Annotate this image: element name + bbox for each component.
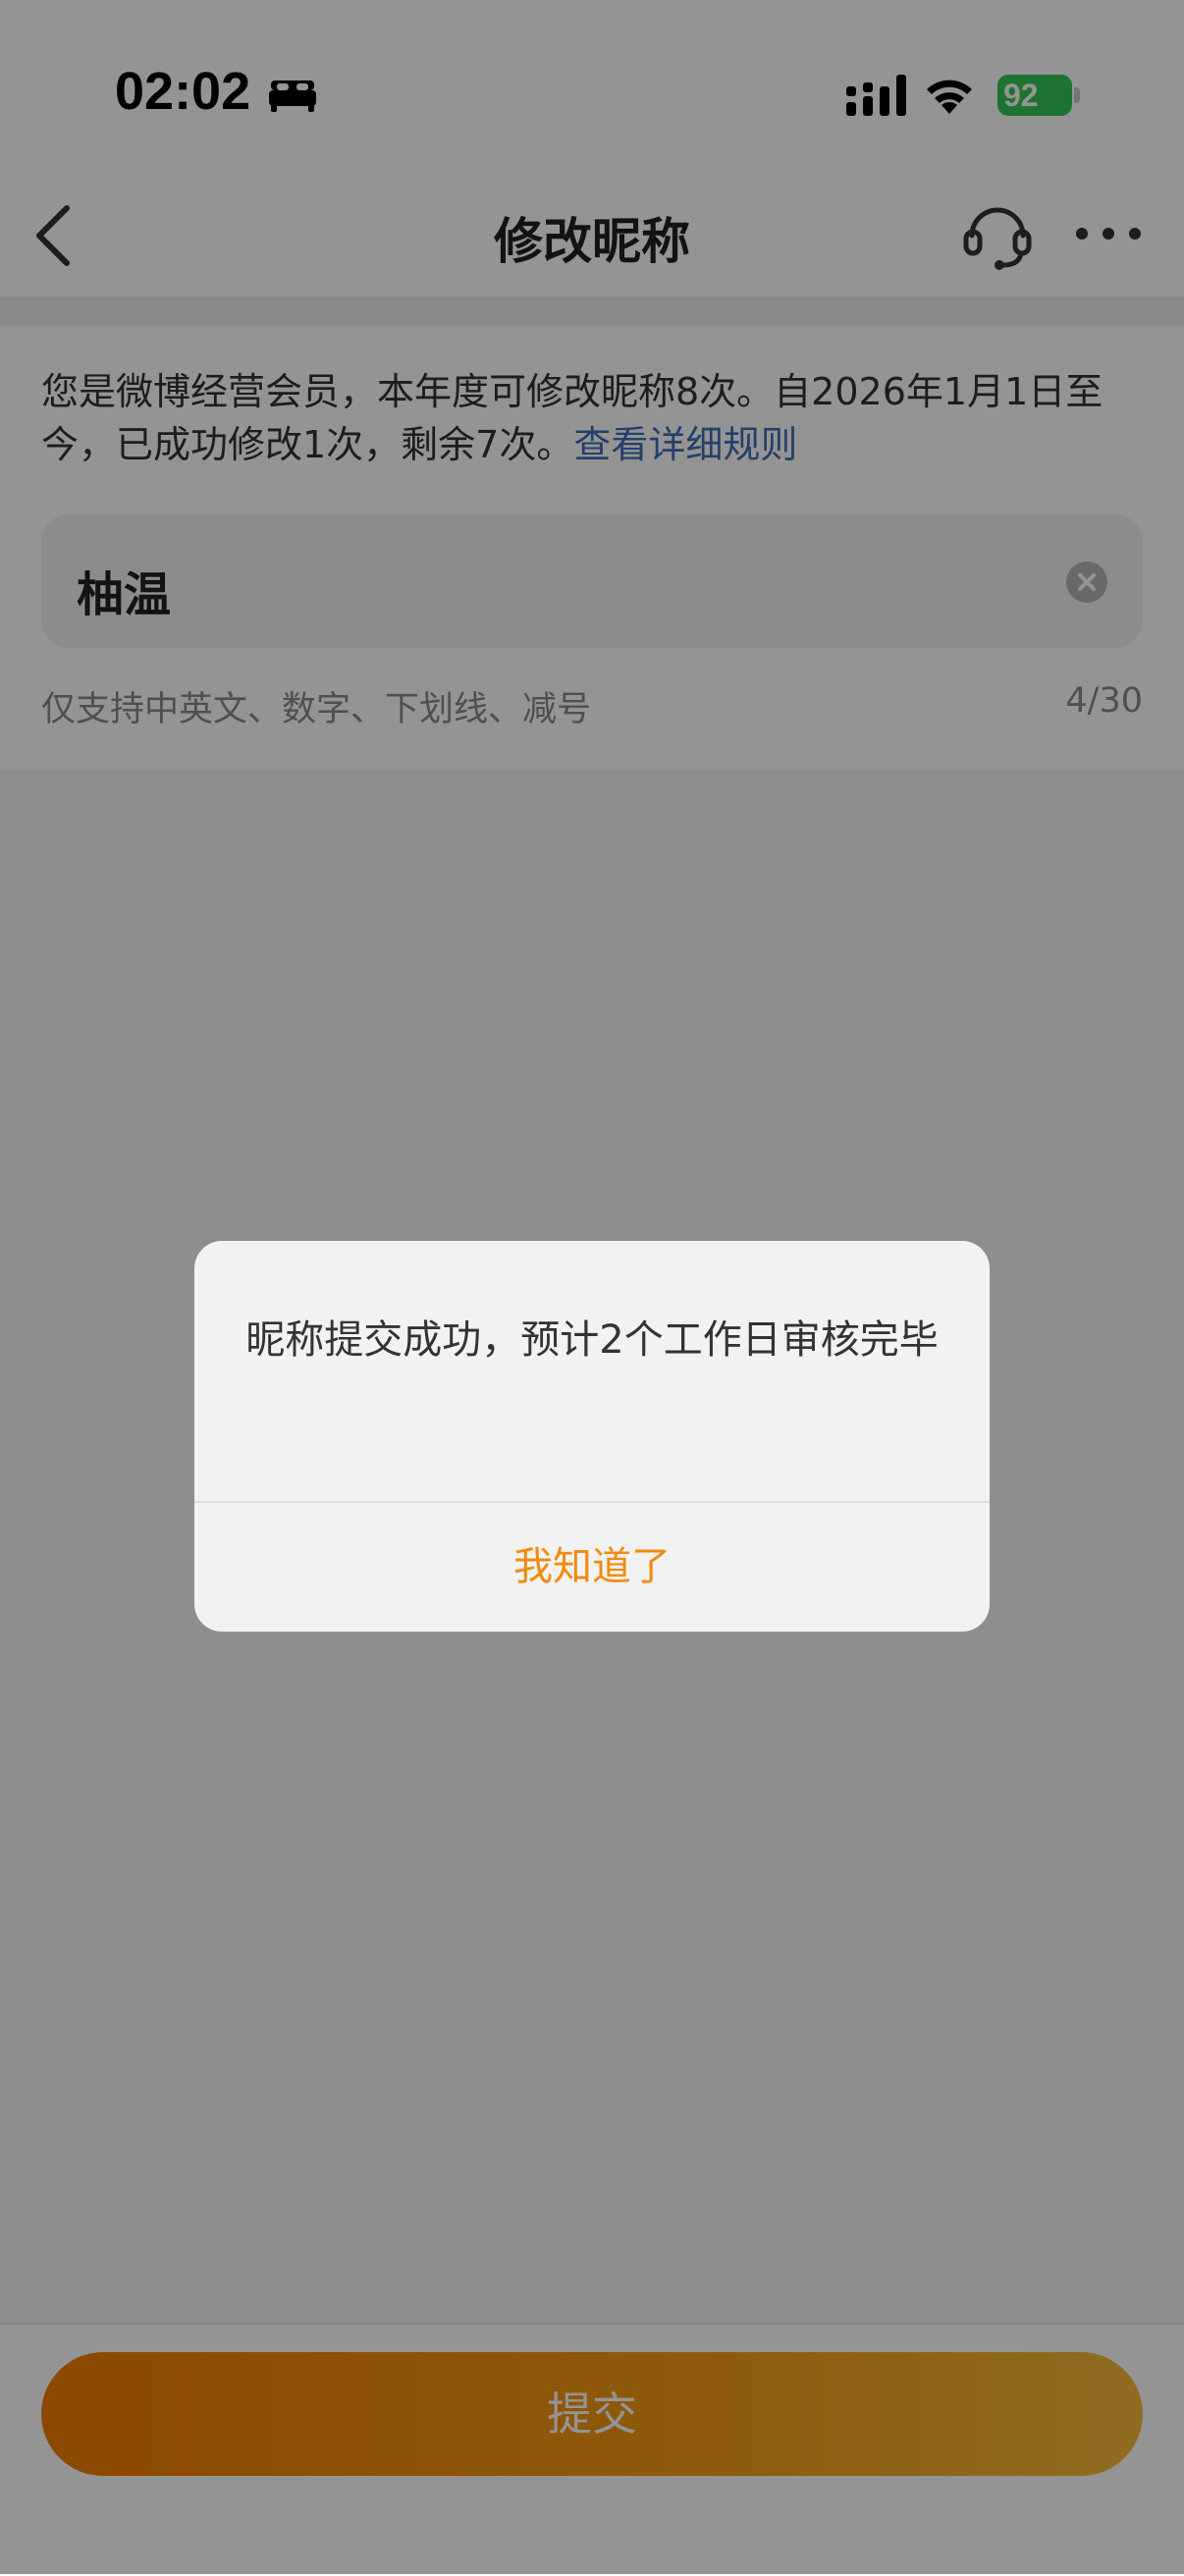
confirm-button[interactable]: 我知道了 — [194, 1503, 990, 1632]
dialog-message: 昵称提交成功，预计2个工作日审核完毕 — [245, 1317, 939, 1363]
success-dialog: 昵称提交成功，预计2个工作日审核完毕 我知道了 — [194, 1241, 990, 1632]
